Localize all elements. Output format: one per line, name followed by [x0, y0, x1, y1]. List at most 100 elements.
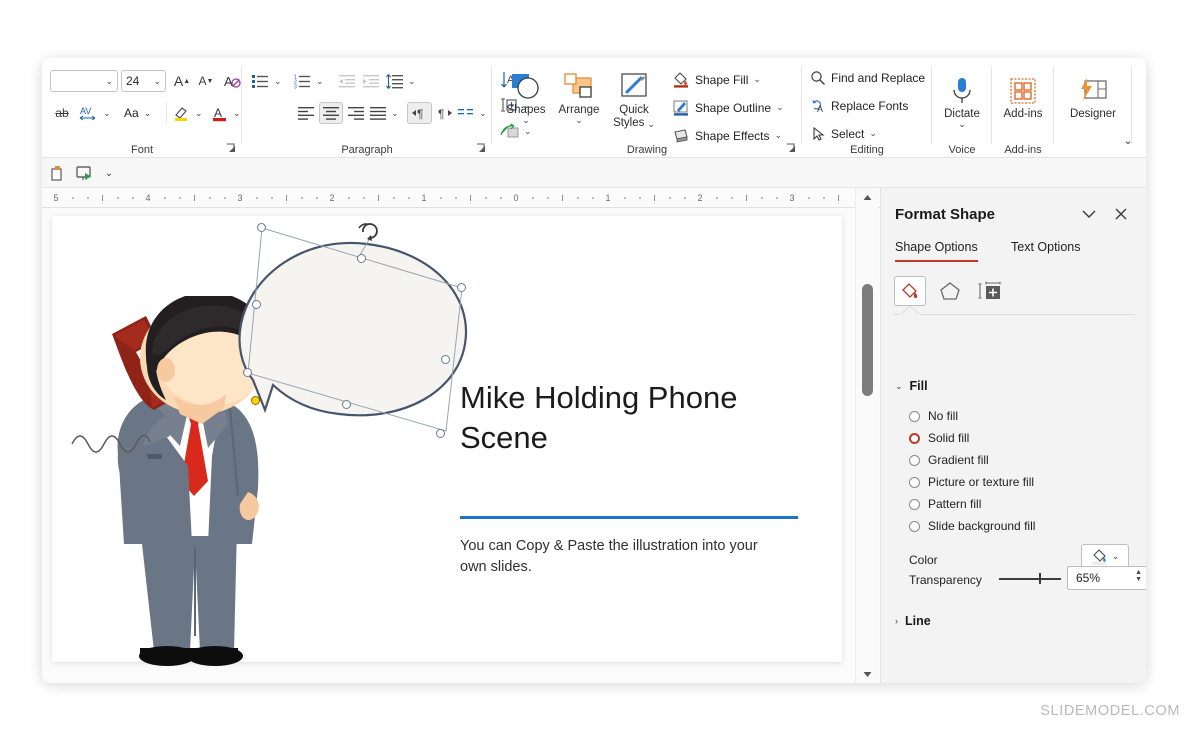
pane-close-button[interactable] — [1110, 204, 1132, 224]
change-case-button[interactable]: Aa ⌄ — [124, 102, 151, 124]
line-section-header[interactable]: › Line — [895, 614, 931, 628]
align-left-button[interactable] — [294, 102, 318, 124]
chevron-down-icon[interactable]: ▼ — [1135, 576, 1142, 583]
horizontal-ruler[interactable]: 5 4 3 2 1 0 1 2 3 — [42, 188, 880, 208]
scroll-down-button[interactable] — [856, 665, 879, 683]
paste-button[interactable] — [46, 162, 70, 184]
shape-fill-button[interactable]: Shape Fill ⌄ — [672, 70, 761, 89]
pane-collapse-button[interactable] — [1078, 204, 1100, 224]
text-highlight-color-button[interactable]: ⌄ — [172, 102, 203, 124]
align-center-button[interactable] — [319, 102, 343, 124]
paragraph-dialog-launcher[interactable] — [476, 143, 488, 155]
collapse-ribbon-button[interactable]: ⌄ — [1117, 130, 1139, 150]
chevron-down-icon: ⌄ — [316, 75, 324, 86]
line-section-label: Line — [905, 614, 931, 628]
fill-section-label: Fill — [909, 379, 928, 393]
decrease-indent-button[interactable] — [336, 70, 358, 92]
transparency-spinner[interactable]: 65% ▲ ▼ — [1067, 566, 1146, 590]
increase-indent-button[interactable] — [360, 70, 382, 92]
dictate-button[interactable]: Dictate ⌄ — [937, 74, 987, 129]
numbering-button[interactable]: 1 2 3 ⌄ — [294, 70, 324, 92]
shape-outline-icon — [673, 100, 688, 116]
radio-label: No fill — [928, 409, 959, 423]
select-button[interactable]: Select ⌄ — [810, 124, 877, 143]
increase-indent-icon — [363, 75, 379, 88]
addins-button[interactable]: Add-ins — [997, 74, 1049, 121]
character-spacing-button[interactable]: AV ⌄ — [78, 102, 111, 124]
radio-gradient-fill[interactable]: Gradient fill — [909, 453, 989, 467]
svg-text:A: A — [817, 104, 823, 114]
ruler-tick: 2 — [697, 193, 703, 203]
chevron-up-icon[interactable]: ▲ — [1135, 569, 1142, 576]
radio-no-fill[interactable]: No fill — [909, 409, 958, 423]
radio-slide-background-fill[interactable]: Slide background fill — [909, 519, 1035, 533]
fill-section-header[interactable]: ⌄ Fill — [895, 379, 928, 393]
vertical-scrollbar[interactable] — [855, 188, 878, 683]
radio-solid-fill[interactable]: Solid fill — [909, 431, 969, 445]
qat-more-button[interactable]: ⌄ — [98, 162, 120, 184]
designer-button[interactable]: Designer — [1062, 74, 1124, 121]
resize-handle-top-left[interactable] — [257, 223, 266, 232]
start-slideshow-button[interactable] — [72, 162, 96, 184]
resize-handle-bottom-left[interactable] — [243, 368, 252, 377]
font-dialog-launcher[interactable] — [226, 143, 238, 155]
spinner-arrows[interactable]: ▲ ▼ — [1135, 569, 1142, 583]
strikethrough-button[interactable]: ab — [50, 102, 74, 124]
slide-subtitle[interactable]: You can Copy & Paste the illustration in… — [460, 536, 780, 578]
shapes-button[interactable]: Shapes ⌄ — [502, 70, 550, 125]
scroll-up-button[interactable] — [856, 188, 879, 206]
radio-pattern-fill[interactable]: Pattern fill — [909, 497, 981, 511]
radio-label: Solid fill — [928, 431, 970, 445]
slide-title[interactable]: Mike Holding Phone Scene — [460, 378, 800, 457]
line-spacing-button[interactable]: ⌄ — [386, 70, 416, 92]
transparency-label: Transparency — [909, 573, 982, 587]
size-and-properties-icon-button[interactable] — [974, 276, 1006, 306]
resize-handle-bottom-center[interactable] — [342, 400, 351, 409]
align-right-button[interactable] — [344, 102, 368, 124]
resize-handle-middle-right[interactable] — [441, 355, 450, 364]
grow-font-button[interactable]: A ▲ — [170, 70, 194, 92]
text-direction-ltr-button[interactable]: ¶ — [407, 102, 432, 124]
resize-handle-bottom-right[interactable] — [436, 429, 445, 438]
svg-text:¶: ¶ — [438, 107, 444, 120]
find-and-replace-button[interactable]: Find and Replace — [810, 68, 925, 87]
text-direction-rtl-button[interactable]: ¶ — [434, 102, 456, 124]
quick-styles-label-1: Quick — [619, 104, 649, 116]
tab-text-options[interactable]: Text Options — [1011, 240, 1080, 260]
transparency-slider[interactable] — [999, 571, 1063, 587]
justify-button[interactable]: ⌄ — [370, 102, 399, 124]
chevron-down-icon — [1082, 210, 1096, 218]
fill-color-button[interactable]: ⌄ — [1081, 544, 1129, 568]
slider-thumb[interactable] — [1039, 573, 1042, 584]
scrollbar-thumb[interactable] — [862, 284, 873, 396]
quick-styles-button[interactable]: Quick Styles ⌄ — [608, 70, 660, 130]
radio-indicator — [909, 498, 920, 510]
quick-styles-icon — [618, 70, 650, 104]
columns-button[interactable]: ⌄ — [458, 102, 487, 124]
resize-handle-top-right[interactable] — [457, 283, 466, 292]
shape-outline-button[interactable]: Shape Outline ⌄ — [672, 98, 784, 117]
chevron-down-icon: ⌄ — [895, 380, 903, 391]
tab-shape-options[interactable]: Shape Options — [895, 240, 978, 262]
shape-effects-button[interactable]: Shape Effects ⌄ — [672, 126, 782, 145]
slide-canvas-area[interactable]: Mike Holding Phone Scene You can Copy & … — [42, 208, 880, 683]
fill-and-line-icon-button[interactable] — [894, 276, 926, 306]
adjustment-handle[interactable] — [251, 396, 260, 405]
font-color-button[interactable]: A ⌄ — [212, 102, 241, 124]
resize-handle-top-center[interactable] — [357, 254, 366, 263]
font-name-combo[interactable]: ⌄ — [50, 70, 118, 92]
select-label: Select — [831, 126, 865, 141]
bullets-button[interactable]: ⌄ — [252, 70, 282, 92]
drawing-dialog-launcher[interactable] — [786, 143, 798, 155]
highlighter-icon — [175, 107, 187, 121]
font-size-combo[interactable]: 24 ⌄ — [121, 70, 166, 92]
replace-fonts-button[interactable]: A Replace Fonts — [810, 96, 908, 115]
shrink-font-button[interactable]: A ▼ — [194, 70, 218, 92]
slide[interactable]: Mike Holding Phone Scene You can Copy & … — [52, 216, 842, 666]
resize-handle-middle-left[interactable] — [252, 300, 261, 309]
arrange-button[interactable]: Arrange ⌄ — [554, 70, 604, 125]
radio-picture-or-texture-fill[interactable]: Picture or texture fill — [909, 475, 1034, 489]
ribbon-group-drawing: Shapes ⌄ Arrange ⌄ Quick Styles ⌄ Shape … — [492, 58, 802, 158]
svg-text:3: 3 — [294, 84, 297, 89]
effects-icon-button[interactable] — [934, 276, 966, 306]
